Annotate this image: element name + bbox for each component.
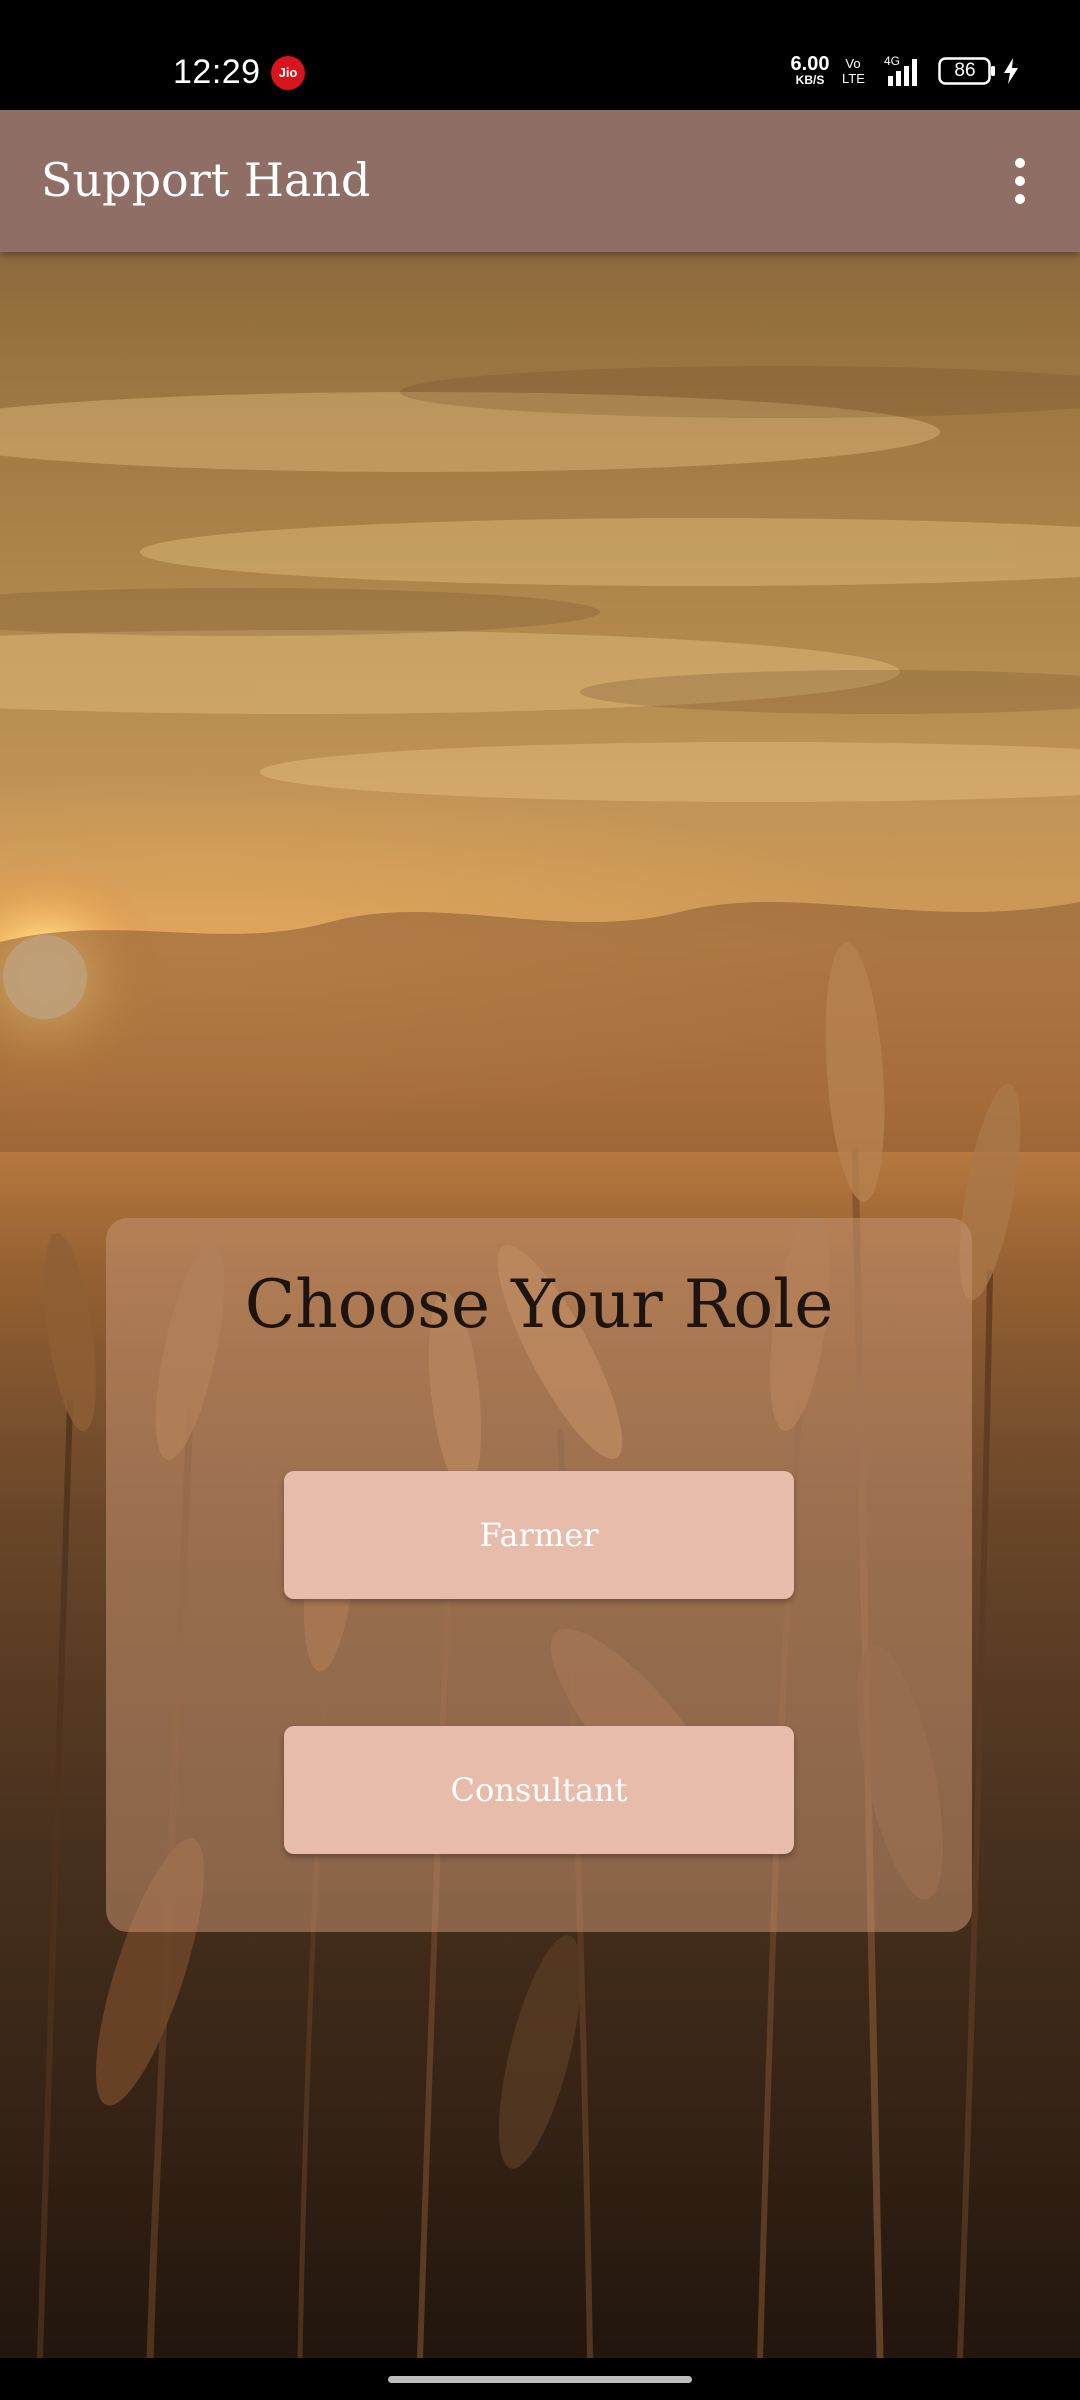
role-card: Choose Your Role Farmer Consultant [106, 1218, 972, 1932]
overflow-menu-icon[interactable] [995, 146, 1045, 216]
menu-dot [1015, 176, 1025, 186]
network-speed-value: 6.00 [790, 53, 830, 75]
role-heading: Choose Your Role [244, 1266, 834, 1343]
status-time: 12:29 [173, 53, 261, 91]
background-image: Choose Your Role Farmer Consultant [0, 252, 1080, 2358]
consultant-button[interactable]: Consultant [284, 1726, 794, 1854]
menu-dot [1015, 194, 1025, 204]
network-speed: 6.00 KB/S [786, 54, 834, 87]
menu-dot [1015, 158, 1025, 168]
status-bar: 12:29 Jio 6.00 KB/S Vo LTE 4G 86 [0, 0, 1080, 110]
app-title: Support Hand [41, 153, 371, 207]
volte-bottom: LTE [842, 71, 865, 86]
charging-icon [1004, 58, 1018, 84]
home-indicator[interactable] [388, 2376, 692, 2383]
navigation-bar [0, 2358, 1080, 2400]
network-type-label: 4G [884, 54, 900, 68]
volte-top: Vo [845, 56, 861, 71]
app-bar: Support Hand [0, 110, 1080, 252]
farmer-button[interactable]: Farmer [284, 1471, 794, 1599]
network-speed-unit: KB/S [795, 73, 825, 87]
battery-level: 86 [954, 60, 976, 81]
signal-icon: 4G [884, 54, 917, 86]
jio-icon: Jio [271, 56, 305, 90]
volte-icon: Vo LTE [842, 56, 865, 86]
app-screen: 12:29 Jio 6.00 KB/S Vo LTE 4G 86 Support… [0, 0, 1080, 2400]
